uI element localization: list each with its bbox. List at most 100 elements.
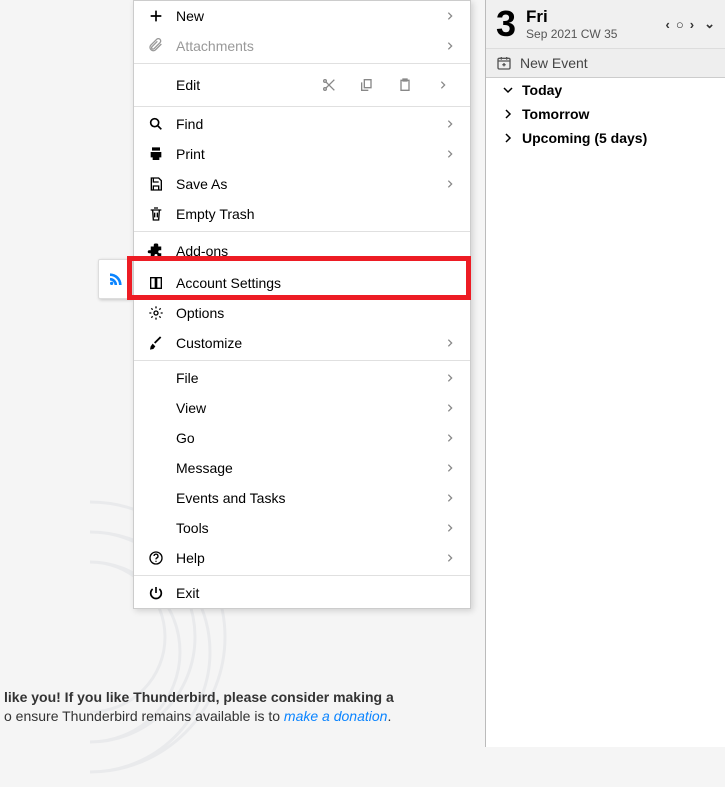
menu-item-label: Attachments <box>166 38 442 54</box>
chevron-right-icon <box>442 373 458 383</box>
cut-button[interactable] <box>310 70 348 100</box>
menu-separator <box>134 360 470 361</box>
help-icon <box>146 548 166 568</box>
calendar-day-name: Fri <box>526 7 666 27</box>
menu-new[interactable]: New <box>134 1 470 31</box>
menu-view[interactable]: View <box>134 393 470 423</box>
menu-tools[interactable]: Tools <box>134 513 470 543</box>
new-event-button[interactable]: New Event <box>486 49 725 78</box>
save-icon <box>146 174 166 194</box>
calendar-subtitle: Sep 2021 CW 35 <box>526 27 666 41</box>
chevron-right-icon <box>442 433 458 443</box>
menu-item-label: Empty Trash <box>166 206 458 222</box>
menu-item-label: New <box>166 8 442 24</box>
chevron-right-icon <box>442 403 458 413</box>
menu-empty-trash[interactable]: Empty Trash <box>134 199 470 229</box>
rss-feed-button[interactable] <box>98 259 133 299</box>
chevron-right-icon <box>442 11 458 21</box>
copy-button[interactable] <box>348 70 386 100</box>
chevron-right-icon <box>442 463 458 473</box>
paste-button[interactable] <box>386 70 424 100</box>
paperclip-icon <box>146 36 166 56</box>
menu-item-label: File <box>146 370 442 386</box>
menu-separator <box>134 231 470 232</box>
section-label: Tomorrow <box>522 106 589 122</box>
chevron-down-icon <box>500 84 516 96</box>
menu-item-label: Options <box>166 305 458 321</box>
print-icon <box>146 144 166 164</box>
menu-item-label: Customize <box>166 335 442 351</box>
menu-go[interactable]: Go <box>134 423 470 453</box>
calendar-panel: 3 Fri Sep 2021 CW 35 ‹ ○ › ⌄ New Event T… <box>485 0 725 747</box>
search-icon <box>146 114 166 134</box>
menu-file[interactable]: File <box>134 363 470 393</box>
menu-separator <box>134 106 470 107</box>
chevron-right-icon <box>442 493 458 503</box>
power-icon <box>146 583 166 603</box>
menu-separator <box>134 575 470 576</box>
nav-prev-icon[interactable]: ‹ <box>666 17 670 32</box>
menu-edit-row: Edit <box>134 66 470 104</box>
section-today[interactable]: Today <box>486 78 725 102</box>
chevron-right-icon[interactable] <box>424 70 462 100</box>
chevron-right-icon <box>442 41 458 51</box>
menu-find[interactable]: Find <box>134 109 470 139</box>
menu-addons[interactable]: Add-ons <box>134 234 470 268</box>
menu-separator <box>134 63 470 64</box>
menu-print[interactable]: Print <box>134 139 470 169</box>
donation-text: like you! If you like Thunderbird, pleas… <box>0 688 470 727</box>
chevron-right-icon <box>442 149 458 159</box>
nav-today-icon[interactable]: ○ <box>676 17 684 32</box>
menu-exit[interactable]: Exit <box>134 578 470 608</box>
chevron-right-icon <box>442 179 458 189</box>
menu-item-label: Exit <box>166 585 458 601</box>
chevron-down-icon[interactable]: ⌄ <box>700 16 715 32</box>
menu-item-label: Add-ons <box>166 243 458 259</box>
menu-item-label: Message <box>146 460 442 476</box>
menu-item-label: Edit <box>176 77 310 93</box>
menu-item-label: Find <box>166 116 442 132</box>
menu-item-label: View <box>146 400 442 416</box>
book-icon <box>146 273 166 293</box>
chevron-right-icon <box>442 338 458 348</box>
section-tomorrow[interactable]: Tomorrow <box>486 102 725 126</box>
menu-item-label: Go <box>146 430 442 446</box>
plus-icon <box>146 6 166 26</box>
trash-icon <box>146 204 166 224</box>
menu-item-label: Account Settings <box>166 275 458 291</box>
chevron-right-icon <box>442 553 458 563</box>
menu-item-label: Tools <box>146 520 442 536</box>
puzzle-icon <box>146 241 166 261</box>
chevron-right-icon <box>442 523 458 533</box>
nav-next-icon[interactable]: › <box>690 17 694 32</box>
calendar-plus-icon <box>496 55 512 71</box>
menu-item-label: Events and Tasks <box>146 490 442 506</box>
menu-help[interactable]: Help <box>134 543 470 573</box>
donation-line2a: o ensure Thunderbird remains available i… <box>4 708 284 724</box>
donation-line2b: . <box>387 708 391 724</box>
menu-message[interactable]: Message <box>134 453 470 483</box>
donation-link[interactable]: make a donation <box>284 708 388 724</box>
chevron-right-icon <box>500 132 516 144</box>
calendar-day-number: 3 <box>496 6 526 42</box>
chevron-right-icon <box>442 119 458 129</box>
menu-item-label: Help <box>166 550 442 566</box>
app-menu: New Attachments Edit Find Print Save As … <box>133 0 471 609</box>
brush-icon <box>146 333 166 353</box>
menu-item-label: Print <box>166 146 442 162</box>
menu-save-as[interactable]: Save As <box>134 169 470 199</box>
donation-line1: like you! If you like Thunderbird, pleas… <box>4 689 394 705</box>
menu-events-tasks[interactable]: Events and Tasks <box>134 483 470 513</box>
new-event-label: New Event <box>520 55 588 71</box>
chevron-right-icon <box>500 108 516 120</box>
section-label: Today <box>522 82 562 98</box>
menu-customize[interactable]: Customize <box>134 328 470 358</box>
menu-account-settings[interactable]: Account Settings <box>134 268 470 298</box>
menu-item-label: Save As <box>166 176 442 192</box>
section-label: Upcoming (5 days) <box>522 130 647 146</box>
menu-options[interactable]: Options <box>134 298 470 328</box>
menu-attachments[interactable]: Attachments <box>134 31 470 61</box>
section-upcoming[interactable]: Upcoming (5 days) <box>486 126 725 150</box>
calendar-header: 3 Fri Sep 2021 CW 35 ‹ ○ › ⌄ <box>486 0 725 49</box>
gear-icon <box>146 303 166 323</box>
